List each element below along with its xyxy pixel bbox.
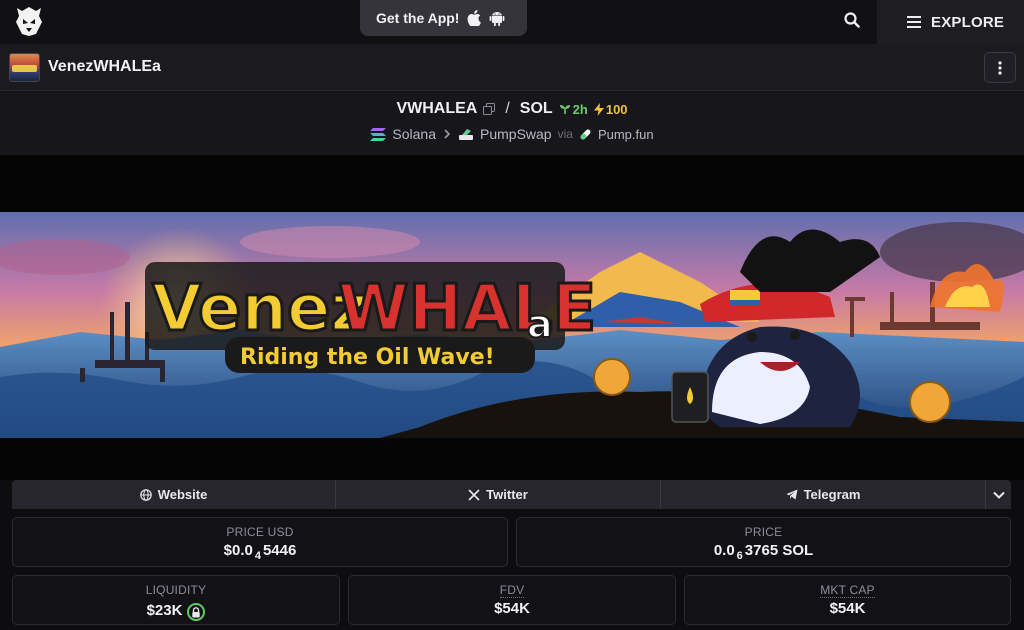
globe-icon [139, 488, 152, 501]
hamburger-menu-icon [907, 16, 921, 28]
apple-icon [468, 10, 482, 26]
get-app-label: Get the App! [376, 10, 460, 26]
top-nav-bar: Get the App! EXPLORE [0, 0, 1024, 44]
fdv-card: FDV $54K [348, 575, 676, 625]
banner-title-right: WHALE [338, 272, 596, 346]
price-prefix: 0.0 [713, 542, 735, 559]
price-usd-zero-count: 4 [254, 550, 261, 562]
price-native-card: PRICE 0.0 6 3765 SOL [516, 517, 1011, 567]
banner-tagline: Riding the Oil Wave! [240, 345, 495, 370]
token-name: VenezWHALEa [48, 58, 161, 75]
pumpswap-icon [459, 129, 473, 140]
fdv-value: $54K [494, 600, 530, 617]
pair-separator: / [505, 100, 510, 117]
pill-icon [580, 129, 591, 139]
price-digits: 3765 SOL [744, 542, 814, 559]
price-native-value: 0.0 6 3765 SOL [517, 542, 1010, 562]
twitter-link-button[interactable]: Twitter [336, 480, 661, 509]
more-options-icon[interactable] [984, 52, 1016, 83]
token-header: VenezWHALEa [0, 44, 1024, 91]
liquidity-value: $23K [146, 601, 183, 619]
pair-age-value: 2h [572, 101, 588, 117]
price-usd-label: PRICE USD [226, 525, 294, 539]
boost-count: 100 [605, 101, 628, 117]
banner-title-suffix: a [527, 302, 553, 346]
website-link-button[interactable]: Website [12, 480, 336, 509]
pair-info: VWHALEA / SOL 2h 100 Solana PumpSwap via… [0, 91, 1024, 155]
price-usd-value: $0.0 4 5446 [13, 542, 507, 562]
market-cap-card: MKT CAP $54K [684, 575, 1011, 625]
token-banner-image: Venez WHALE a Riding the Oil Wave! [0, 212, 1024, 438]
token-avatar [9, 53, 40, 82]
telegram-icon [786, 489, 798, 500]
dexscreener-logo-icon[interactable] [14, 5, 44, 37]
dex-link[interactable]: PumpSwap [480, 126, 552, 142]
telegram-link-button[interactable]: Telegram [661, 480, 986, 509]
x-logo-icon [468, 488, 480, 501]
explore-button[interactable]: EXPLORE [877, 0, 1024, 44]
via-label: via [557, 127, 573, 141]
get-app-button[interactable]: Get the App! [360, 0, 527, 36]
pair-age: 2h [559, 102, 588, 117]
liquidity-card: LIQUIDITY $23K [12, 575, 340, 625]
android-icon [490, 12, 505, 26]
price-usd-prefix: $0.0 [223, 542, 253, 559]
chevron-down-icon [992, 491, 1005, 499]
token-banner-area: Venez WHALE a Riding the Oil Wave! [0, 155, 1024, 480]
price-label: PRICE [744, 525, 783, 539]
explore-label: EXPLORE [931, 13, 1005, 31]
solana-icon [370, 127, 387, 141]
mktcap-label[interactable]: MKT CAP [820, 583, 875, 598]
fdv-label[interactable]: FDV [499, 583, 525, 598]
launchpad-link[interactable]: Pump.fun [598, 127, 654, 142]
copy-icon[interactable] [483, 103, 496, 115]
chevron-right-icon [444, 129, 451, 139]
sprout-icon [559, 105, 570, 114]
quote-symbol: SOL [519, 100, 553, 117]
base-symbol: VWHALEA [396, 100, 478, 117]
lock-icon[interactable] [187, 603, 206, 621]
banner-title-left: Venez [152, 272, 368, 346]
lightning-icon [593, 102, 604, 116]
telegram-label: Telegram [803, 487, 861, 502]
price-usd-digits: 5446 [262, 542, 297, 559]
more-links-dropdown[interactable] [986, 480, 1011, 509]
price-zero-count: 6 [736, 550, 743, 562]
liquidity-value-row: $23K [13, 600, 339, 621]
liquidity-label: LIQUIDITY [145, 583, 207, 597]
price-usd-card: PRICE USD $0.0 4 5446 [12, 517, 508, 567]
search-icon[interactable] [838, 6, 866, 34]
twitter-label: Twitter [486, 487, 528, 502]
mktcap-value: $54K [829, 600, 866, 617]
boost-badge[interactable]: 100 [593, 101, 628, 117]
website-label: Website [157, 487, 208, 502]
chain-link[interactable]: Solana [392, 126, 436, 142]
social-links-row: Website Twitter Telegram [12, 480, 1011, 509]
